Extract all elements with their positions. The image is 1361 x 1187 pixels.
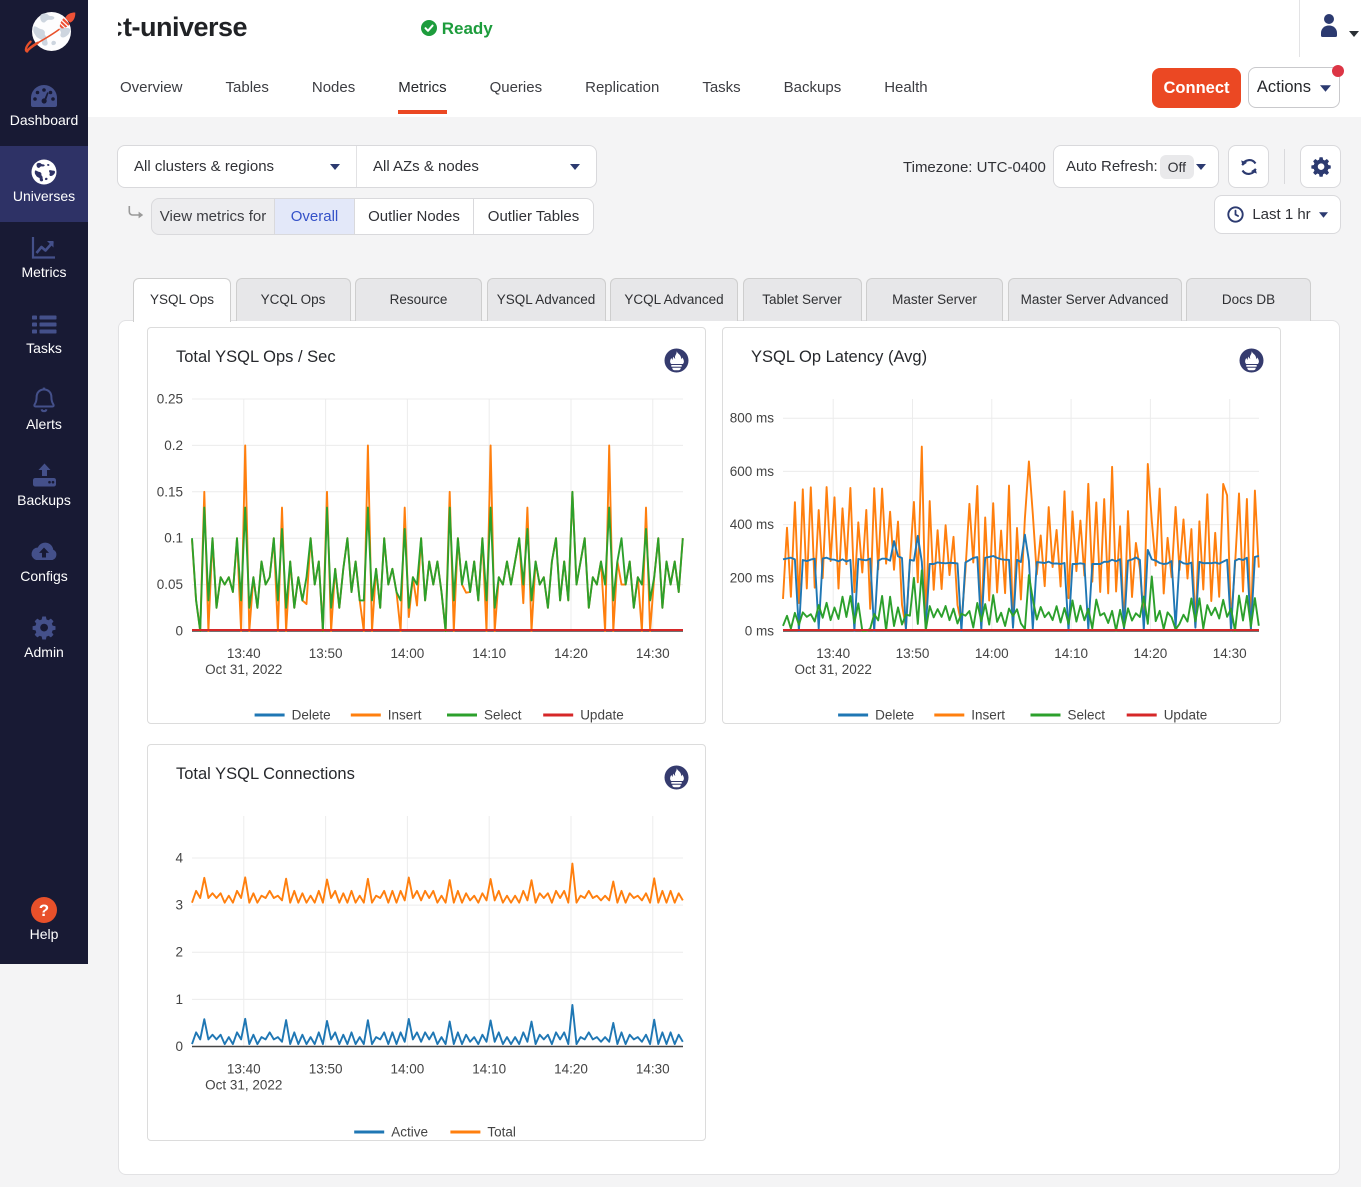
- svg-text:0: 0: [175, 624, 183, 639]
- svg-text:Select: Select: [484, 708, 522, 723]
- svg-text:Oct 31, 2022: Oct 31, 2022: [205, 662, 282, 677]
- svg-text:3: 3: [175, 898, 183, 913]
- svg-text:14:20: 14:20: [554, 646, 588, 661]
- svg-text:13:40: 13:40: [816, 646, 850, 661]
- svg-text:?: ?: [39, 901, 49, 920]
- svg-text:Oct 31, 2022: Oct 31, 2022: [205, 1078, 282, 1093]
- svg-text:13:40: 13:40: [227, 646, 261, 661]
- svg-text:14:30: 14:30: [636, 646, 670, 661]
- svg-text:14:20: 14:20: [554, 1062, 588, 1077]
- svg-text:0: 0: [175, 1039, 183, 1054]
- svg-text:Oct 31, 2022: Oct 31, 2022: [795, 662, 872, 677]
- svg-text:800 ms: 800 ms: [730, 411, 775, 426]
- svg-text:14:10: 14:10: [472, 646, 506, 661]
- svg-text:0.1: 0.1: [164, 531, 183, 546]
- svg-text:14:20: 14:20: [1134, 646, 1168, 661]
- svg-text:14:00: 14:00: [975, 646, 1009, 661]
- svg-text:13:50: 13:50: [309, 1062, 343, 1077]
- svg-text:14:10: 14:10: [1054, 646, 1088, 661]
- svg-text:14:30: 14:30: [636, 1062, 670, 1077]
- svg-text:Insert: Insert: [971, 708, 1005, 723]
- svg-text:Delete: Delete: [875, 708, 914, 723]
- svg-text:400 ms: 400 ms: [730, 517, 775, 532]
- svg-text:4: 4: [175, 851, 183, 866]
- svg-text:13:40: 13:40: [227, 1062, 261, 1077]
- svg-text:Update: Update: [1164, 708, 1208, 723]
- svg-text:Delete: Delete: [292, 708, 331, 723]
- svg-text:Active: Active: [391, 1125, 428, 1140]
- svg-text:14:00: 14:00: [391, 646, 425, 661]
- svg-text:Update: Update: [580, 708, 624, 723]
- svg-text:Select: Select: [1068, 708, 1106, 723]
- svg-text:1: 1: [175, 992, 183, 1007]
- svg-text:0.15: 0.15: [157, 484, 183, 499]
- svg-text:14:00: 14:00: [391, 1062, 425, 1077]
- svg-text:0.05: 0.05: [157, 577, 183, 592]
- svg-text:13:50: 13:50: [309, 646, 343, 661]
- svg-text:200 ms: 200 ms: [730, 570, 775, 585]
- svg-text:14:10: 14:10: [472, 1062, 506, 1077]
- svg-text:Insert: Insert: [388, 708, 422, 723]
- svg-text:0.2: 0.2: [164, 438, 183, 453]
- svg-text:0 ms: 0 ms: [745, 624, 775, 639]
- svg-text:0.25: 0.25: [157, 392, 183, 407]
- svg-text:14:30: 14:30: [1213, 646, 1247, 661]
- svg-text:600 ms: 600 ms: [730, 464, 775, 479]
- svg-text:13:50: 13:50: [896, 646, 930, 661]
- svg-text:2: 2: [175, 945, 183, 960]
- svg-text:Total: Total: [487, 1125, 516, 1140]
